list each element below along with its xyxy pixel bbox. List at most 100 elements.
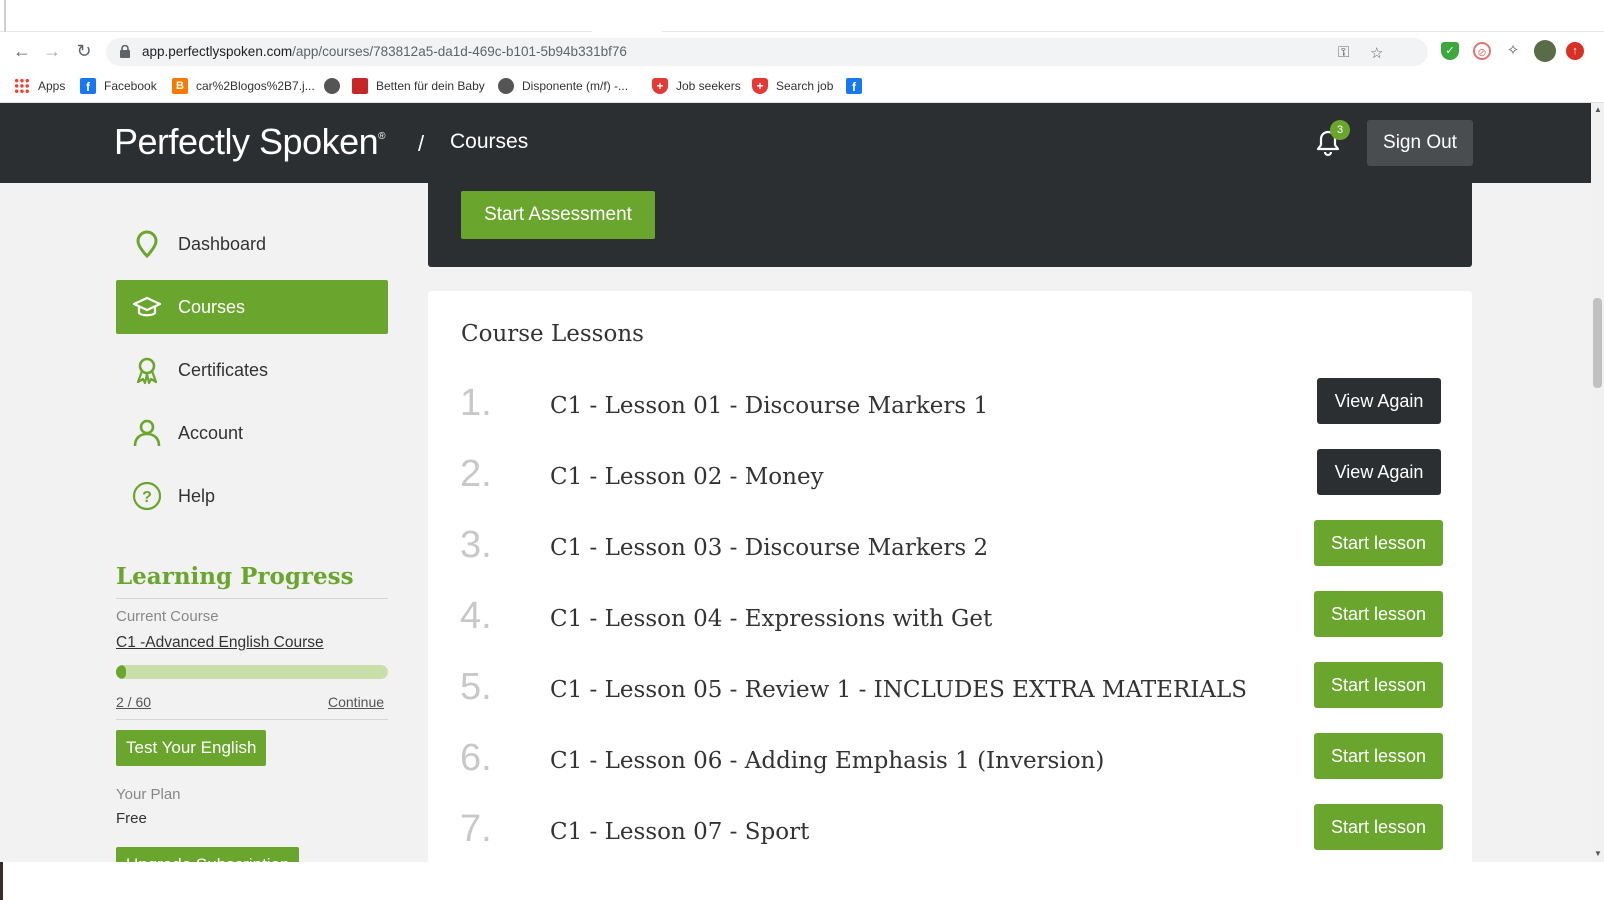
profile-avatar[interactable] (1534, 40, 1556, 62)
view-again-button[interactable]: View Again (1317, 449, 1441, 495)
perfectly-spoken-logo[interactable]: Perfectly Spoken® (114, 121, 386, 163)
sidebar-item-account[interactable]: Account (116, 406, 388, 460)
assessment-card: Start Assessment (428, 183, 1472, 267)
app-header: Perfectly Spoken® / Courses 3 Sign Out (0, 103, 1591, 183)
bookmark-apps[interactable]: Apps (14, 78, 65, 94)
course-progress-bar (116, 665, 388, 679)
apps-grid-icon (14, 78, 30, 94)
bookmarks-bar: Apps f Facebook B car%2Blogos%2B7.j... B… (0, 69, 1604, 103)
lesson-row: 7. C1 - Lesson 07 - Sport Start lesson (428, 804, 1472, 862)
lesson-title[interactable]: C1 - Lesson 01 - Discourse Markers 1 (550, 393, 988, 419)
shield-extension-icon[interactable]: ✓ (1441, 42, 1459, 60)
update-icon[interactable]: ↑ (1566, 42, 1584, 60)
start-lesson-button[interactable]: Start lesson (1314, 804, 1443, 850)
page-body: Dashboard Courses Certificates Account ?… (0, 183, 1591, 862)
current-course-link[interactable]: C1 -Advanced English Course (116, 634, 324, 652)
course-lessons-title: Course Lessons (461, 321, 644, 347)
current-course-label: Current Course (116, 608, 219, 625)
lesson-row: 1. C1 - Lesson 01 - Discourse Markers 1 … (428, 378, 1472, 438)
lesson-number: 7. (460, 808, 492, 850)
award-ribbon-icon (136, 357, 158, 385)
continue-link[interactable]: Continue (328, 694, 384, 710)
lesson-row: 5. C1 - Lesson 05 - Review 1 - INCLUDES … (428, 662, 1472, 722)
globe-icon (498, 78, 514, 94)
bookmark-job-seekers[interactable]: + Job seekers (652, 78, 741, 94)
lesson-title[interactable]: C1 - Lesson 05 - Review 1 - INCLUDES EXT… (550, 677, 1247, 703)
sidebar-item-certificates[interactable]: Certificates (116, 343, 388, 397)
swiss-cross-icon: + (652, 78, 668, 94)
lesson-title[interactable]: C1 - Lesson 02 - Money (550, 464, 824, 490)
lesson-number: 1. (460, 382, 492, 424)
lesson-number: 5. (460, 666, 492, 708)
scroll-down-arrow-icon[interactable]: ▼ (1594, 849, 1602, 858)
page-scrollbar[interactable]: ▲ ▼ (1591, 103, 1604, 862)
blogger-icon: B (172, 78, 188, 94)
bookmark-globe[interactable] (324, 78, 348, 94)
lesson-count[interactable]: 2 / 60 (116, 694, 151, 710)
lock-icon (120, 45, 130, 58)
star-icon[interactable]: ☆ (1370, 44, 1383, 62)
plan-label: Your Plan (116, 786, 181, 803)
sidebar-item-help[interactable]: ? Help (116, 469, 388, 523)
browser-toolbar: ← → ↻ app.perfectlyspoken.com/app/course… (0, 33, 1604, 69)
blocker-extension-icon[interactable]: ⊘ (1473, 42, 1491, 60)
sidebar-item-courses[interactable]: Courses (116, 280, 388, 334)
lesson-number: 6. (460, 737, 492, 779)
lesson-number: 4. (460, 595, 492, 637)
start-lesson-button[interactable]: Start lesson (1314, 591, 1443, 637)
view-again-button[interactable]: View Again (1317, 378, 1441, 424)
scroll-up-arrow-icon[interactable]: ▲ (1594, 105, 1602, 114)
start-assessment-button[interactable]: Start Assessment (461, 191, 655, 239)
address-bar[interactable]: app.perfectlyspoken.com/app/courses/7838… (106, 38, 1428, 66)
sidebar-item-dashboard[interactable]: Dashboard (116, 217, 388, 271)
lesson-title[interactable]: C1 - Lesson 07 - Sport (550, 819, 809, 845)
swiss-cross-icon: + (752, 78, 768, 94)
puzzle-extensions-icon[interactable]: ✧ (1504, 42, 1522, 60)
graduation-cap-icon (132, 296, 162, 317)
url-text: app.perfectlyspoken.com/app/courses/7838… (142, 44, 627, 59)
notification-count-badge: 3 (1330, 120, 1350, 140)
lesson-title[interactable]: C1 - Lesson 03 - Discourse Markers 2 (550, 535, 988, 561)
facebook-icon: f (80, 78, 96, 94)
start-lesson-button[interactable]: Start lesson (1314, 733, 1443, 779)
divider (116, 719, 388, 720)
window-bottom-strip (0, 862, 1604, 900)
location-pin-icon (136, 230, 158, 259)
breadcrumb-courses: Courses (450, 130, 529, 153)
key-icon[interactable]: ⚿ (1338, 44, 1349, 61)
sign-out-button[interactable]: Sign Out (1367, 120, 1473, 166)
lesson-row: 6. C1 - Lesson 06 - Adding Emphasis 1 (I… (428, 733, 1472, 793)
bookmark-betten[interactable]: Betten für dein Baby (352, 78, 485, 94)
start-lesson-button[interactable]: Start lesson (1314, 662, 1443, 708)
lesson-row: 4. C1 - Lesson 04 - Expressions with Get… (428, 591, 1472, 651)
user-icon (133, 419, 161, 447)
progress-fill (116, 665, 127, 679)
plan-value: Free (116, 810, 147, 827)
bookmark-facebook[interactable]: f Facebook (80, 78, 157, 94)
course-lessons-card: Course Lessons 1. C1 - Lesson 01 - Disco… (428, 291, 1472, 862)
start-lesson-button[interactable]: Start lesson (1314, 520, 1443, 566)
learning-progress-title: Learning Progress (116, 563, 354, 590)
bookmark-disponente[interactable]: Disponente (m/f) -... (498, 78, 628, 94)
browser-tab-strip (0, 0, 1604, 33)
globe-icon (324, 78, 340, 94)
svg-text:?: ? (142, 489, 152, 506)
divider (116, 598, 388, 599)
upgrade-subscription-button[interactable]: Upgrade Subscription (116, 847, 300, 862)
back-icon[interactable]: ← (12, 41, 32, 61)
baby-bed-icon (352, 78, 368, 94)
question-circle-icon: ? (132, 481, 162, 511)
lesson-row: 2. C1 - Lesson 02 - Money View Again (428, 449, 1472, 509)
forward-icon[interactable]: → (42, 41, 62, 61)
bookmark-search-job[interactable]: + Search job (752, 78, 833, 94)
lesson-title[interactable]: C1 - Lesson 04 - Expressions with Get (550, 606, 992, 632)
scrollbar-thumb[interactable] (1593, 298, 1602, 388)
lesson-row: 3. C1 - Lesson 03 - Discourse Markers 2 … (428, 520, 1472, 580)
tab-edge (4, 0, 6, 32)
taskbar-edge (0, 862, 3, 900)
bookmark-facebook-2[interactable]: f (846, 78, 870, 94)
bookmark-car-logos[interactable]: B car%2Blogos%2B7.j... (172, 78, 315, 94)
lesson-title[interactable]: C1 - Lesson 06 - Adding Emphasis 1 (Inve… (550, 748, 1104, 774)
reload-icon[interactable]: ↻ (74, 41, 94, 61)
test-your-english-button[interactable]: Test Your English (116, 730, 267, 766)
